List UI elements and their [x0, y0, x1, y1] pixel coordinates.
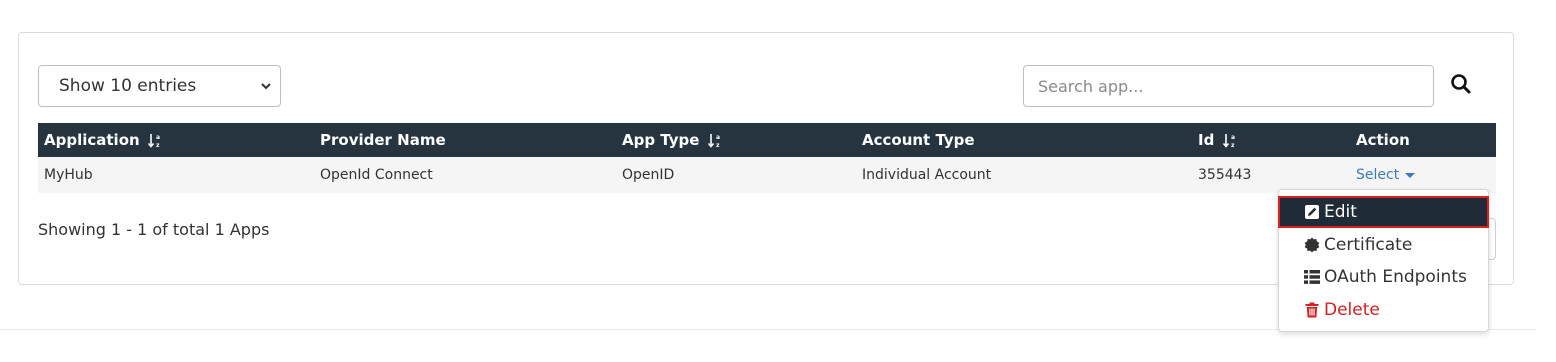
column-header-id[interactable]: Id a z: [1192, 123, 1350, 157]
showing-count-text: Showing 1 - 1 of total 1 Apps: [38, 220, 270, 239]
action-select-dropdown-toggle[interactable]: Select: [1356, 167, 1416, 183]
list-icon: [1304, 270, 1320, 284]
svg-text:z: z: [1231, 142, 1235, 149]
column-header-provider-name: Provider Name: [314, 123, 616, 157]
column-header-application[interactable]: Application a z: [38, 123, 314, 157]
table-header-row: Application a z Provider Name App Type a…: [38, 123, 1496, 157]
sort-icon[interactable]: a z: [147, 133, 162, 149]
cell-action: Select: [1350, 157, 1496, 193]
menu-item-oauth-endpoints[interactable]: OAuth Endpoints: [1279, 261, 1488, 293]
cell-id: 355443: [1192, 157, 1350, 193]
entries-select-value: Show 10 entries: [59, 76, 197, 96]
certificate-icon: [1304, 237, 1320, 253]
svg-text:a: a: [1231, 134, 1235, 141]
svg-text:z: z: [156, 142, 160, 149]
menu-item-certificate[interactable]: Certificate: [1279, 229, 1488, 261]
column-header-app-type[interactable]: App Type a z: [616, 123, 856, 157]
svg-text:a: a: [716, 134, 720, 141]
column-header-account-type: Account Type: [856, 123, 1192, 157]
menu-item-delete[interactable]: Delete: [1279, 294, 1488, 326]
chevron-down-icon: [261, 83, 271, 90]
svg-text:z: z: [716, 142, 720, 149]
entries-per-page-select[interactable]: Show 10 entries: [38, 65, 281, 107]
trash-icon: [1305, 302, 1319, 318]
search-icon[interactable]: [1450, 73, 1472, 95]
action-dropdown-menu: Edit Certificate OAuth Endpoints Delete: [1278, 189, 1489, 332]
table-row: MyHub OpenId Connect OpenID Individual A…: [38, 157, 1496, 193]
apps-table: Application a z Provider Name App Type a…: [38, 123, 1496, 193]
search-input[interactable]: [1023, 65, 1434, 107]
cell-provider-name: OpenId Connect: [314, 157, 616, 193]
svg-text:a: a: [156, 134, 160, 141]
edit-icon: [1305, 205, 1319, 219]
sort-icon[interactable]: a z: [707, 133, 722, 149]
menu-item-edit[interactable]: Edit: [1278, 196, 1489, 228]
cell-account-type: Individual Account: [856, 157, 1192, 193]
caret-down-icon: [1405, 172, 1416, 178]
cell-app-type: OpenID: [616, 157, 856, 193]
cell-application: MyHub: [38, 157, 314, 193]
sort-icon[interactable]: a z: [1222, 133, 1237, 149]
column-header-action: Action: [1350, 123, 1496, 157]
